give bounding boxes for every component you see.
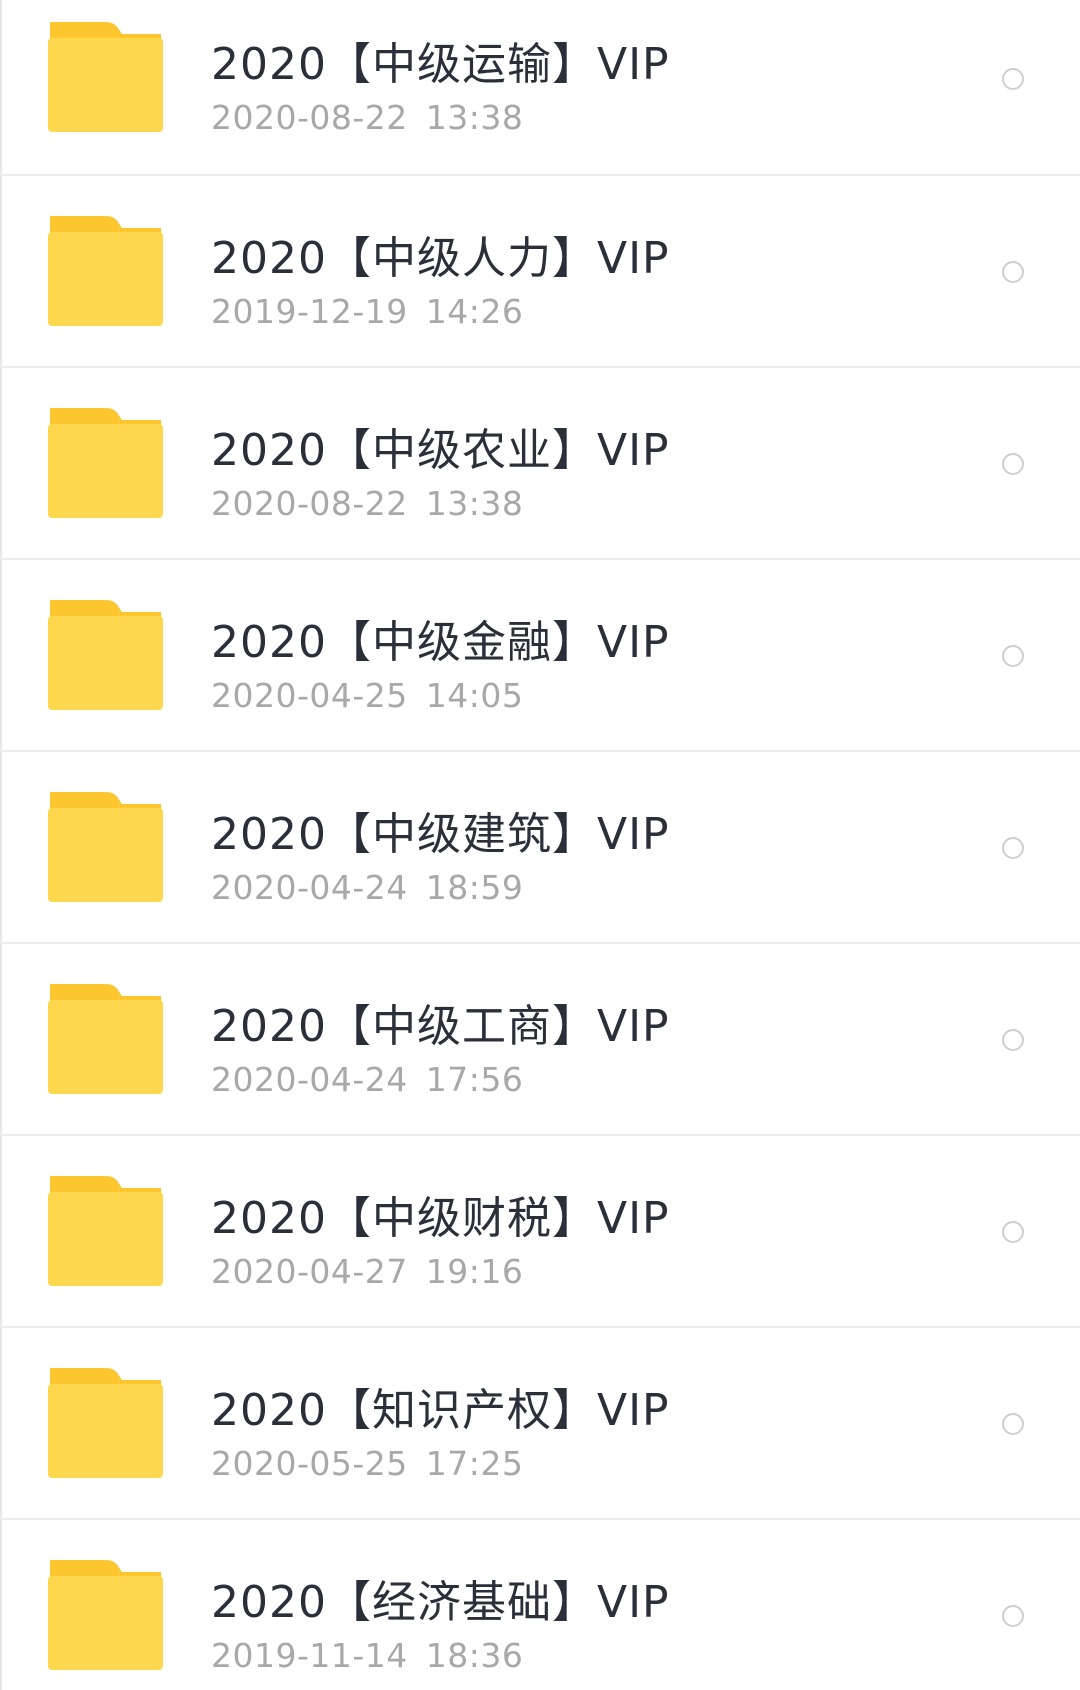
file-date: 2020-04-25 <box>211 676 408 715</box>
file-meta: 2019-12-19 14:26 <box>211 292 523 331</box>
file-time: 13:38 <box>425 484 524 523</box>
file-time: 19:16 <box>425 1252 524 1291</box>
list-item[interactable]: 2020【中级财税】VIP 2020-04-27 19:16 <box>0 1136 1080 1328</box>
select-radio[interactable] <box>1002 837 1024 859</box>
file-name: 2020【知识产权】VIP <box>211 1385 670 1436</box>
file-date: 2020-04-27 <box>211 1252 408 1291</box>
select-radio[interactable] <box>1002 68 1024 90</box>
list-item[interactable]: 2020【中级农业】VIP 2020-08-22 13:38 <box>0 368 1080 560</box>
file-meta: 2019-11-14 18:36 <box>211 1636 523 1675</box>
file-name: 2020【中级财税】VIP <box>211 1193 670 1244</box>
file-meta: 2020-08-22 13:38 <box>211 484 523 523</box>
list-item[interactable]: 2020【知识产权】VIP 2020-05-25 17:25 <box>0 1328 1080 1520</box>
file-time: 13:38 <box>425 98 524 137</box>
file-name: 2020【中级人力】VIP <box>211 233 670 284</box>
select-radio[interactable] <box>1002 1413 1024 1435</box>
list-item[interactable]: 2020【中级工商】VIP 2020-04-24 17:56 <box>0 944 1080 1136</box>
file-name: 2020【经济基础】VIP <box>211 1577 670 1628</box>
file-name: 2020【中级工商】VIP <box>211 1001 670 1052</box>
file-meta: 2020-08-22 13:38 <box>211 98 523 137</box>
folder-icon <box>48 406 163 518</box>
file-time: 18:36 <box>425 1636 524 1675</box>
file-name: 2020【中级建筑】VIP <box>211 809 670 860</box>
file-date: 2020-05-25 <box>211 1444 408 1483</box>
file-list: 2020【中级运输】VIP 2020-08-22 13:38 2020【中级人力】… <box>0 0 1080 1690</box>
select-radio[interactable] <box>1002 1029 1024 1051</box>
select-radio[interactable] <box>1002 261 1024 283</box>
file-time: 17:56 <box>425 1060 524 1099</box>
list-item[interactable]: 2020【中级建筑】VIP 2020-04-24 18:59 <box>0 752 1080 944</box>
file-time: 14:26 <box>425 292 524 331</box>
list-item[interactable]: 2020【中级人力】VIP 2019-12-19 14:26 <box>0 176 1080 368</box>
file-date: 2020-04-24 <box>211 868 408 907</box>
file-meta: 2020-04-25 14:05 <box>211 676 523 715</box>
select-radio[interactable] <box>1002 1221 1024 1243</box>
file-name: 2020【中级运输】VIP <box>211 39 670 90</box>
file-date: 2020-08-22 <box>211 484 408 523</box>
file-time: 17:25 <box>425 1444 524 1483</box>
file-meta: 2020-04-24 17:56 <box>211 1060 523 1099</box>
file-meta: 2020-04-27 19:16 <box>211 1252 523 1291</box>
list-item[interactable]: 2020【经济基础】VIP 2019-11-14 18:36 <box>0 1520 1080 1690</box>
folder-icon <box>48 1174 163 1286</box>
folder-icon <box>48 20 163 132</box>
folder-icon <box>48 214 163 326</box>
select-radio[interactable] <box>1002 1605 1024 1627</box>
file-meta: 2020-05-25 17:25 <box>211 1444 523 1483</box>
file-meta: 2020-04-24 18:59 <box>211 868 523 907</box>
file-name: 2020【中级金融】VIP <box>211 617 670 668</box>
file-name: 2020【中级农业】VIP <box>211 425 670 476</box>
folder-icon <box>48 1558 163 1670</box>
file-date: 2020-04-24 <box>211 1060 408 1099</box>
file-time: 18:59 <box>425 868 524 907</box>
select-radio[interactable] <box>1002 645 1024 667</box>
file-date: 2020-08-22 <box>211 98 408 137</box>
list-item[interactable]: 2020【中级运输】VIP 2020-08-22 13:38 <box>0 0 1080 176</box>
select-radio[interactable] <box>1002 453 1024 475</box>
folder-icon <box>48 982 163 1094</box>
folder-icon <box>48 790 163 902</box>
folder-icon <box>48 1366 163 1478</box>
list-item[interactable]: 2020【中级金融】VIP 2020-04-25 14:05 <box>0 560 1080 752</box>
file-date: 2019-12-19 <box>211 292 408 331</box>
file-date: 2019-11-14 <box>211 1636 408 1675</box>
file-time: 14:05 <box>425 676 524 715</box>
folder-icon <box>48 598 163 710</box>
